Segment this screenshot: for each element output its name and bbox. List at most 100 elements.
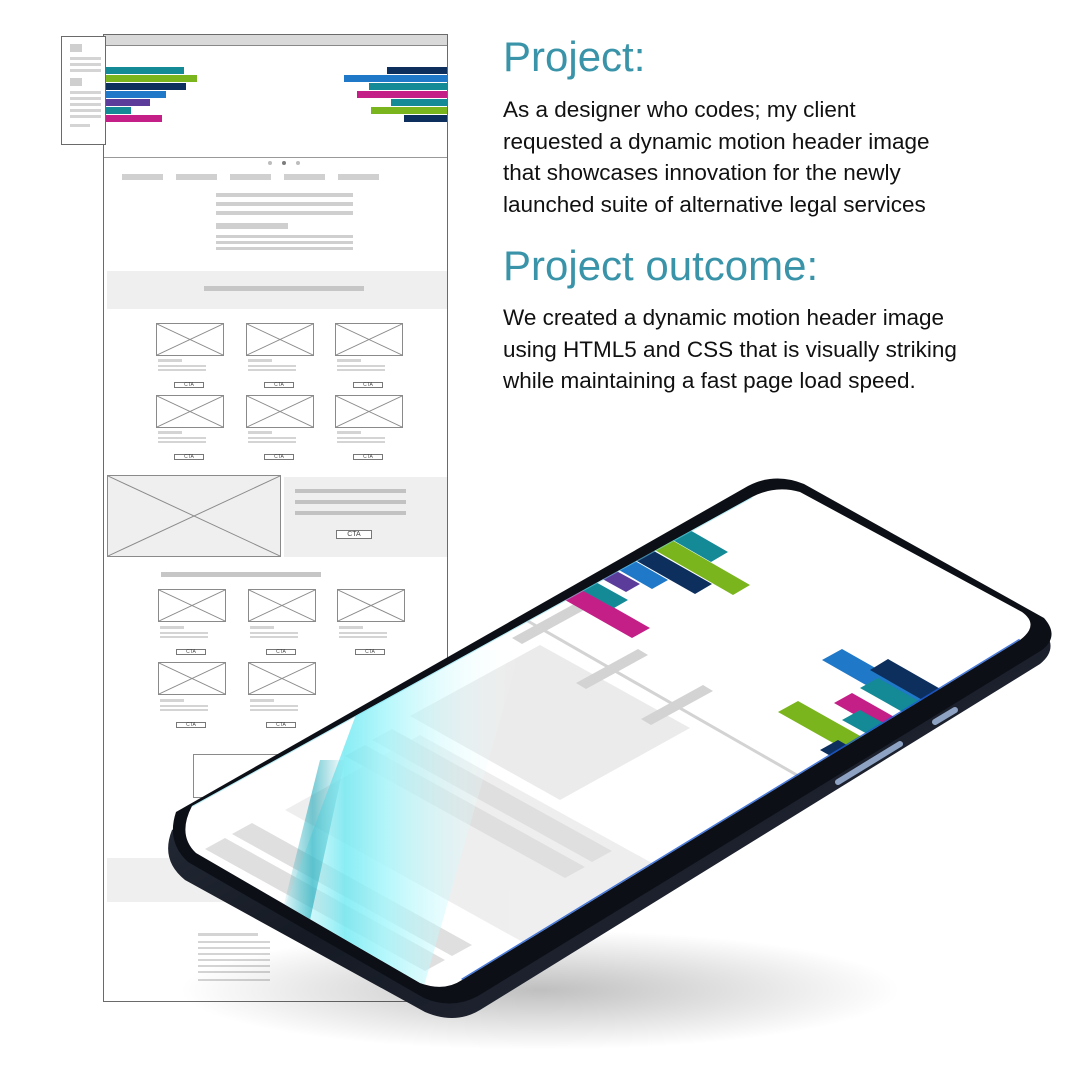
- browser-top-bar: [104, 35, 447, 46]
- footer-text-line: [198, 947, 270, 949]
- card-title: [248, 359, 272, 362]
- card-title: [337, 359, 361, 362]
- cta-button[interactable]: CTA: [176, 649, 206, 655]
- card-text: [248, 437, 296, 439]
- card-text: [250, 632, 298, 634]
- content-box: [193, 754, 303, 798]
- hero-bar: [104, 75, 197, 82]
- card-text: [160, 705, 208, 707]
- card-title: [339, 626, 363, 629]
- card-text: [248, 369, 296, 371]
- cta-button[interactable]: CTA: [174, 454, 204, 460]
- sidebar-line: [70, 103, 101, 106]
- card-text: [250, 709, 298, 711]
- nav-item[interactable]: [230, 174, 271, 180]
- card-text: [158, 437, 206, 439]
- card-text: [337, 441, 385, 443]
- sidebar-line: [70, 91, 101, 94]
- cta-button[interactable]: CTA: [266, 649, 296, 655]
- sidebar-line: [70, 124, 90, 127]
- card-text: [158, 441, 206, 443]
- sidebar-line: [70, 69, 101, 72]
- intro-text-line: [216, 211, 353, 215]
- card-image: [248, 589, 316, 622]
- hero-bar: [369, 83, 447, 90]
- cta-button[interactable]: CTA: [264, 382, 294, 388]
- mini-sidebar-panel: [61, 36, 106, 145]
- cta-button[interactable]: CTA: [176, 722, 206, 728]
- card-text: [158, 369, 206, 371]
- project-line: launched suite of alternative legal serv…: [503, 191, 926, 217]
- section-band: [107, 858, 447, 902]
- cta-button[interactable]: CTA: [336, 530, 372, 539]
- cta-button[interactable]: CTA: [264, 454, 294, 460]
- intro-subheading: [216, 223, 288, 229]
- sidebar-block: [70, 44, 82, 52]
- cta-button[interactable]: CTA: [174, 382, 204, 388]
- card-image: [335, 395, 403, 428]
- card-image: [156, 395, 224, 428]
- hero-bar: [104, 115, 162, 122]
- nav-item[interactable]: [338, 174, 379, 180]
- hero-bar: [104, 99, 150, 106]
- card-text: [158, 365, 206, 367]
- nav-item[interactable]: [176, 174, 217, 180]
- card-text: [160, 709, 208, 711]
- hero-bar: [357, 91, 447, 98]
- card-text: [337, 365, 385, 367]
- nav-item[interactable]: [284, 174, 325, 180]
- wireframe-page: CTA CTA CTA CTA CTA CTA CTA CTA CTA CTA …: [103, 34, 448, 1002]
- outcome-heading: Project outcome:: [503, 242, 819, 289]
- project-line: that showcases innovation for the newly: [503, 160, 901, 185]
- card-text: [339, 632, 387, 634]
- footer-text-line: [198, 965, 270, 967]
- feature-text-line: [295, 489, 406, 493]
- screen-brand-bars-top: [565, 525, 750, 638]
- sidebar-block: [70, 78, 82, 86]
- project-heading: Project:: [503, 33, 646, 80]
- project-line: As a designer who codes; my client: [503, 97, 856, 122]
- footer-text-line: [198, 941, 270, 943]
- cta-button[interactable]: CTA: [266, 722, 296, 728]
- card-title: [160, 699, 184, 702]
- outcome-description: We created a dynamic motion header image…: [503, 302, 1063, 397]
- outcome-line: We created a dynamic motion header image: [503, 305, 945, 330]
- sidebar-line: [70, 109, 101, 112]
- nav-item[interactable]: [122, 174, 163, 180]
- cta-button[interactable]: CTA: [355, 649, 385, 655]
- phone-side-button: [932, 707, 958, 725]
- intro-text-line: [216, 241, 353, 244]
- card-image: [248, 662, 316, 695]
- card-title: [250, 699, 274, 702]
- project-description: As a designer who codes; my client reque…: [503, 94, 1063, 220]
- footer-text-line: [198, 971, 270, 973]
- card-image: [158, 662, 226, 695]
- hero-bar: [387, 67, 447, 74]
- card-title: [158, 359, 182, 362]
- card-image: [158, 589, 226, 622]
- card-text: [337, 437, 385, 439]
- hero-bar: [344, 75, 447, 82]
- card-title: [160, 626, 184, 629]
- carousel-dot[interactable]: [296, 161, 300, 165]
- card-image: [337, 589, 405, 622]
- card-title: [158, 431, 182, 434]
- card-text: [339, 636, 387, 638]
- section-heading: [161, 572, 321, 577]
- carousel-dot-active[interactable]: [282, 161, 286, 165]
- cta-button[interactable]: CTA: [353, 382, 383, 388]
- carousel-dot[interactable]: [268, 161, 272, 165]
- card-text: [160, 636, 208, 638]
- cta-button[interactable]: CTA: [353, 454, 383, 460]
- intro-text-line: [216, 202, 353, 206]
- phone-side-button: [835, 741, 903, 785]
- card-text: [248, 441, 296, 443]
- footer-text-line: [198, 979, 270, 981]
- hero-bar: [391, 99, 447, 106]
- sidebar-line: [70, 63, 101, 66]
- sidebar-line: [70, 97, 101, 100]
- screen-brand-bars-bottom: [778, 649, 958, 767]
- card-image: [335, 323, 403, 356]
- card-title: [248, 431, 272, 434]
- sidebar-line: [70, 115, 101, 118]
